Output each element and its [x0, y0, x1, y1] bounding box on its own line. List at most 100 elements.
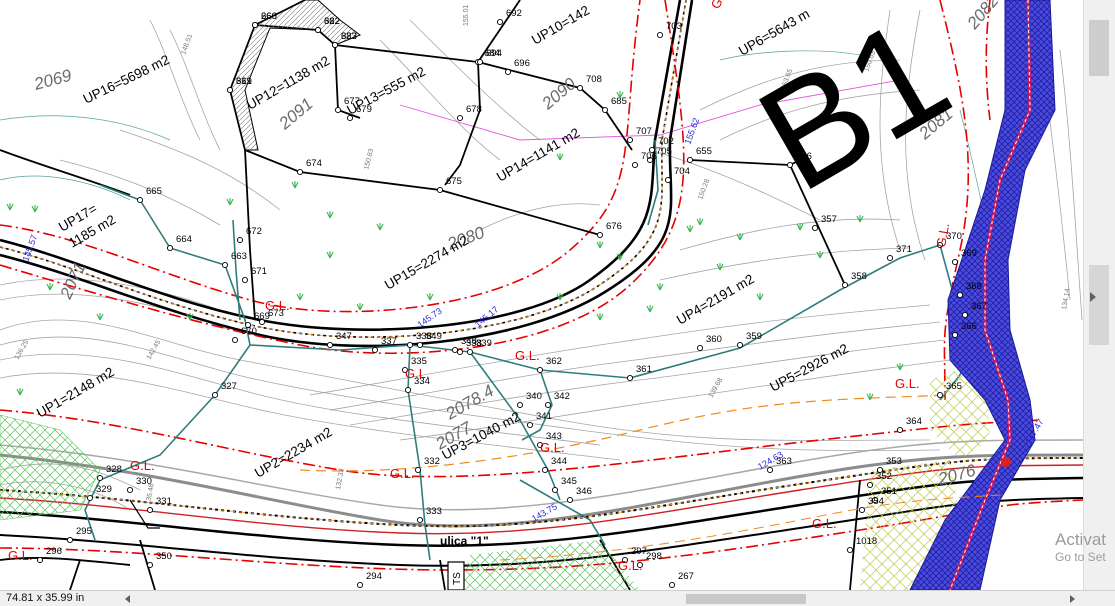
point-number-label: 361	[636, 364, 652, 375]
grass-symbol	[296, 293, 304, 301]
point-marker	[566, 496, 574, 504]
point-number-label: 702	[658, 136, 674, 147]
point-marker	[251, 21, 259, 29]
point-marker	[231, 336, 239, 344]
point-number-label: 295	[76, 526, 92, 537]
point-marker	[736, 341, 744, 349]
point-number-label: 322	[324, 16, 340, 27]
point-marker	[536, 366, 544, 374]
grass-symbol	[596, 241, 604, 249]
parcel-label-up2: UP2=2234 m2	[252, 424, 335, 480]
vertical-scroll-thumb[interactable]	[1089, 20, 1109, 76]
point-number-label: 340	[526, 391, 542, 402]
point-marker	[146, 561, 154, 569]
grass-symbol	[556, 153, 564, 161]
point-number-label: 705	[656, 146, 672, 157]
point-marker	[656, 31, 664, 39]
grass-symbol	[46, 283, 54, 291]
point-number-label: 665	[146, 186, 162, 197]
point-marker	[314, 26, 322, 34]
point-marker	[951, 331, 959, 339]
point-number-label: 344	[551, 456, 567, 467]
parcel-label-up10: UP10=142	[529, 3, 592, 48]
point-marker	[146, 506, 154, 514]
point-number-label: 267	[678, 571, 694, 582]
point-marker	[226, 86, 234, 94]
parcel-label-up5: UP5=2926 m2	[767, 341, 851, 395]
point-number-label: 348	[461, 336, 477, 347]
parcel-label-up16: UP16=5698 m2	[81, 52, 172, 107]
point-number-label: 678	[466, 104, 482, 115]
gl-label: G.L.	[812, 516, 837, 531]
point-number-label: 1018	[856, 536, 877, 547]
grass-symbol	[376, 223, 384, 231]
horizontal-scroll-thumb[interactable]	[686, 594, 806, 604]
point-number-label: 341	[536, 411, 552, 422]
point-number-label: 670	[241, 326, 257, 337]
point-number-label: 332	[424, 456, 440, 467]
grass-symbol	[326, 211, 334, 219]
grass-symbol	[96, 313, 104, 321]
activation-watermark: Activat Go to Set	[1055, 530, 1106, 564]
point-marker	[516, 401, 524, 409]
street-label: ulica "1"	[440, 534, 489, 548]
point-marker	[296, 168, 304, 176]
gl-label: G.L.	[265, 298, 290, 313]
gl-label: G.L.	[515, 348, 540, 363]
point-number-label: 366	[961, 321, 977, 332]
point-marker	[36, 556, 44, 564]
point-number-label: 328	[106, 464, 122, 475]
point-marker	[371, 346, 379, 354]
point-number-label: 294	[366, 571, 382, 582]
grass-symbol	[646, 305, 654, 313]
point-marker	[404, 386, 412, 394]
cad-map-canvas[interactable]: 660 661 682 683 684 692 694 696 678 674 675 676 677 6…	[0, 0, 1084, 591]
point-number-label: 337	[381, 336, 397, 347]
grass-symbol	[756, 293, 764, 301]
grass-symbol	[31, 205, 39, 213]
point-marker	[414, 466, 422, 474]
vertical-scrollbar[interactable]	[1083, 0, 1115, 590]
point-number-label: 333	[426, 506, 442, 517]
parcel-label-up14: UP14=1141 m2	[494, 125, 582, 185]
point-number-label: 329	[96, 484, 112, 495]
point-marker	[86, 494, 94, 502]
grass-symbol	[291, 181, 299, 189]
point-number-label: 359	[746, 331, 762, 342]
grass-symbol	[356, 303, 364, 311]
point-number-label: 346	[576, 486, 592, 497]
point-marker	[416, 341, 424, 349]
point-number-label: 368	[966, 281, 982, 292]
scroll-right-arrow-icon[interactable]	[1070, 595, 1075, 603]
point-number-label: 354	[868, 496, 884, 507]
river-node	[1001, 457, 1011, 467]
point-number-label: 675	[446, 176, 462, 187]
scroll-right-arrow-icon[interactable]	[1090, 292, 1096, 302]
watermark-line2: Go to Set	[1055, 550, 1106, 564]
scroll-left-arrow-icon[interactable]	[125, 595, 130, 603]
gl-label: G.L.	[708, 0, 733, 12]
point-number-label: 676	[606, 221, 622, 232]
point-number-label: 353	[886, 456, 902, 467]
point-marker	[811, 224, 819, 232]
point-marker	[221, 261, 229, 269]
point-number-label: 706	[641, 151, 657, 162]
grass-symbol	[696, 218, 704, 226]
point-marker	[436, 186, 444, 194]
grass-symbol	[716, 263, 724, 271]
point-number-label: 696	[514, 58, 530, 69]
vertical-scroll-thumb-secondary[interactable]	[1089, 265, 1109, 345]
contour-label: 2091	[275, 94, 317, 134]
point-number-label: 319	[236, 76, 252, 87]
point-marker	[696, 344, 704, 352]
point-marker	[668, 581, 676, 589]
status-bar: 74.81 x 35.99 in	[0, 590, 1115, 606]
drawing-viewport[interactable]: 660 661 682 683 684 692 694 696 678 674 675 676 677 6…	[0, 0, 1115, 606]
contour-label: 2069	[31, 66, 74, 95]
point-number-label: 692	[506, 8, 522, 19]
elevation-label: 150.28	[697, 178, 711, 201]
point-number-label: 360	[706, 334, 722, 345]
point-marker	[236, 236, 244, 244]
point-marker	[886, 254, 894, 262]
gl-label: G.L.	[130, 458, 155, 473]
